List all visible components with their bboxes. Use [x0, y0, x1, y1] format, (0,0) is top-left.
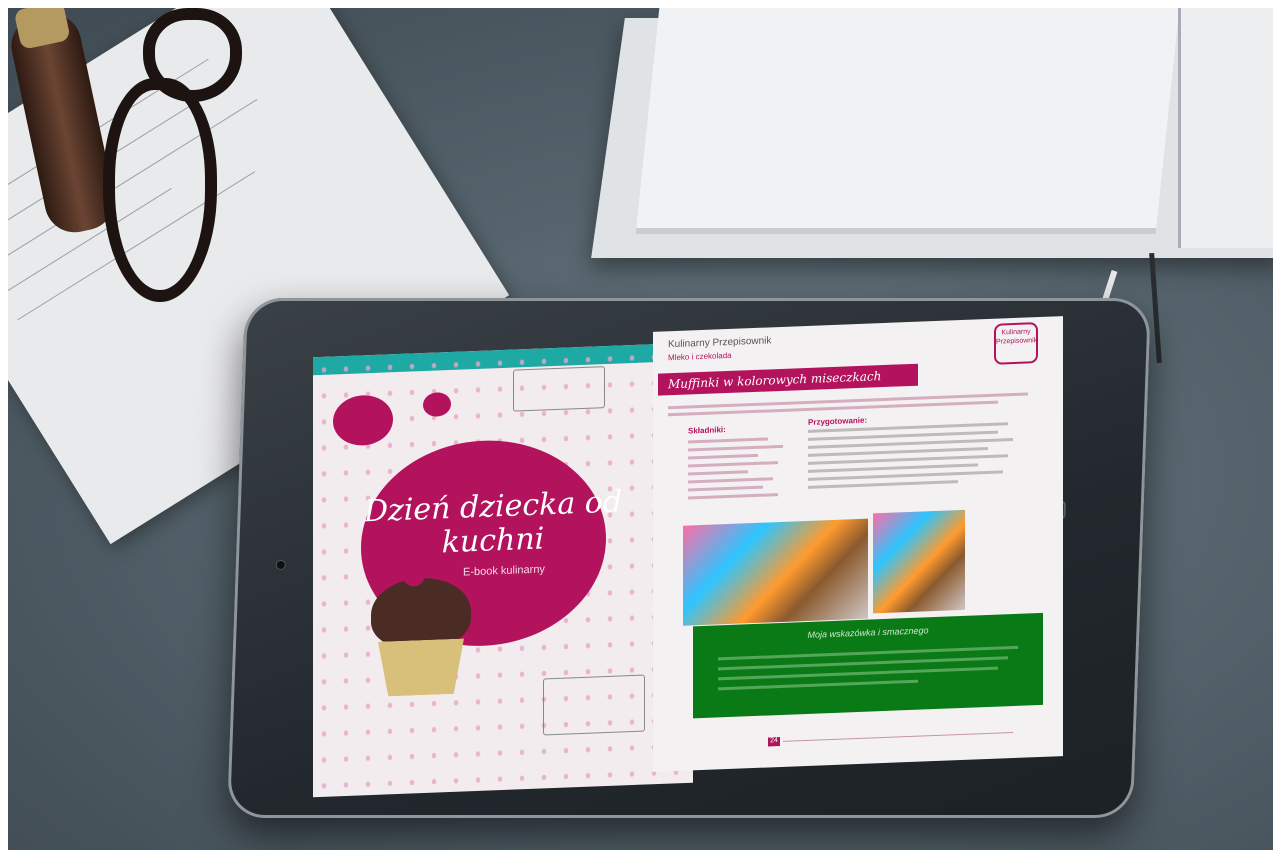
page-category: Mleko i czekolada: [668, 350, 732, 363]
cover-title: Dzień dziecka od kuchni: [363, 484, 623, 561]
chocolate-sketch: [543, 674, 645, 736]
tip-title: Moja wskazówka i smacznego: [807, 625, 929, 640]
desk-scene: Dzień dziecka od kuchni E-book kulinarny…: [8, 8, 1273, 850]
eyeglasses: [103, 8, 263, 308]
tip-box: Moja wskazówka i smacznego: [693, 612, 1043, 719]
page-number: 24: [768, 736, 780, 747]
logo-badge: Kulinarny Przepisownik: [994, 322, 1038, 365]
recipe-title: Muffinki w kolorowych miseczkach: [658, 363, 918, 396]
chocolate-sketch: [513, 366, 605, 412]
recipe-page: Kulinarny Przepisownik Mleko i czekolada…: [653, 316, 1063, 772]
recipe-photo-2: [873, 509, 965, 614]
recipe-photo-1: [683, 518, 868, 626]
page-header: Kulinarny Przepisownik: [668, 335, 772, 351]
cover-page: Dzień dziecka od kuchni E-book kulinarny: [313, 342, 693, 798]
cupcake-icon: [363, 563, 478, 700]
camera-icon: [275, 560, 286, 570]
preparation-heading: Przygotowanie:: [808, 415, 868, 427]
ingredients-heading: Składniki:: [688, 425, 726, 436]
ebook-spread: Dzień dziecka od kuchni E-book kulinarny…: [313, 316, 1063, 798]
open-notebook: [591, 8, 1273, 278]
